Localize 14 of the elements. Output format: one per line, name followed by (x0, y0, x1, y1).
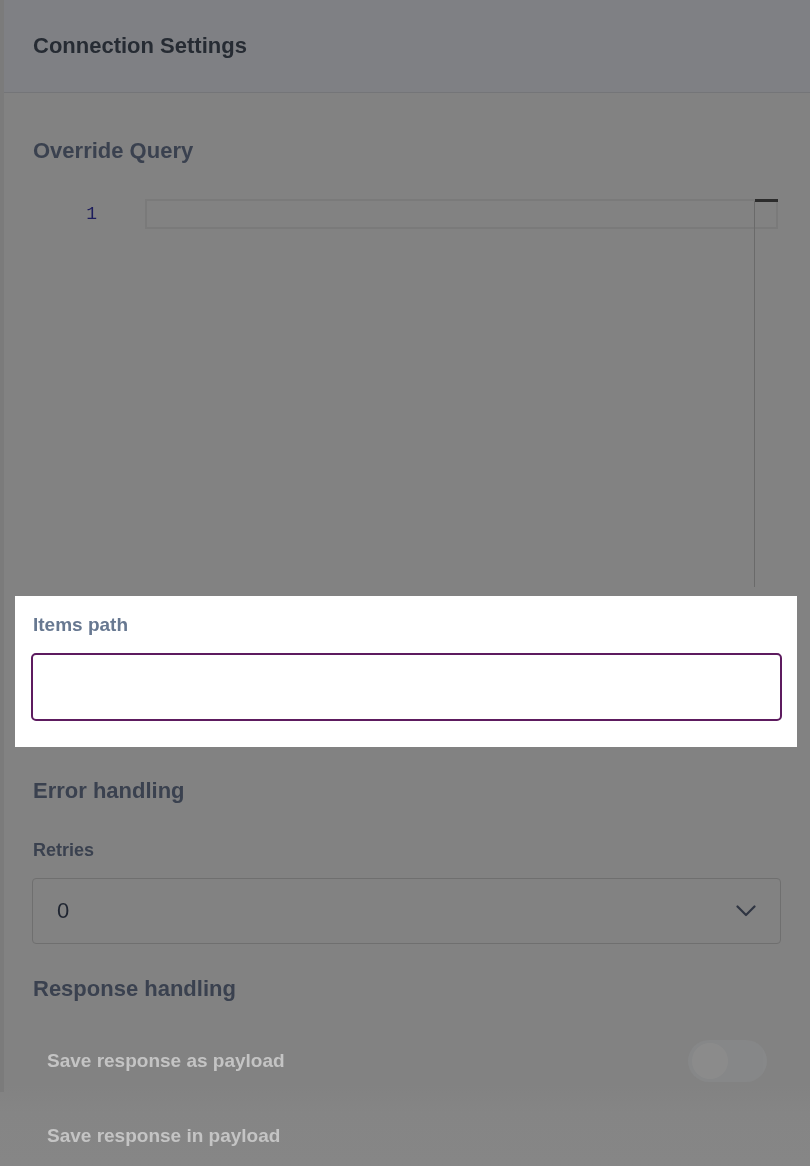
chevron-down-icon (736, 905, 756, 917)
field-label: Retries (33, 839, 95, 861)
dropdown[interactable]: 0 (32, 878, 781, 944)
code-line-input[interactable] (145, 199, 778, 229)
field-label: Items path (33, 614, 129, 636)
toggle-label: Save response in payload (47, 1125, 281, 1147)
section-heading: Override Query (33, 138, 194, 164)
scrollbar-thumb[interactable] (755, 199, 778, 202)
line-number: 1 (86, 204, 97, 224)
section-heading: Error handling (33, 778, 185, 804)
text-input[interactable] (31, 653, 782, 721)
section-heading: Response handling (33, 976, 236, 1002)
toggle-label: Save response as payload (47, 1050, 285, 1072)
panel-title: Connection Settings (33, 33, 247, 59)
